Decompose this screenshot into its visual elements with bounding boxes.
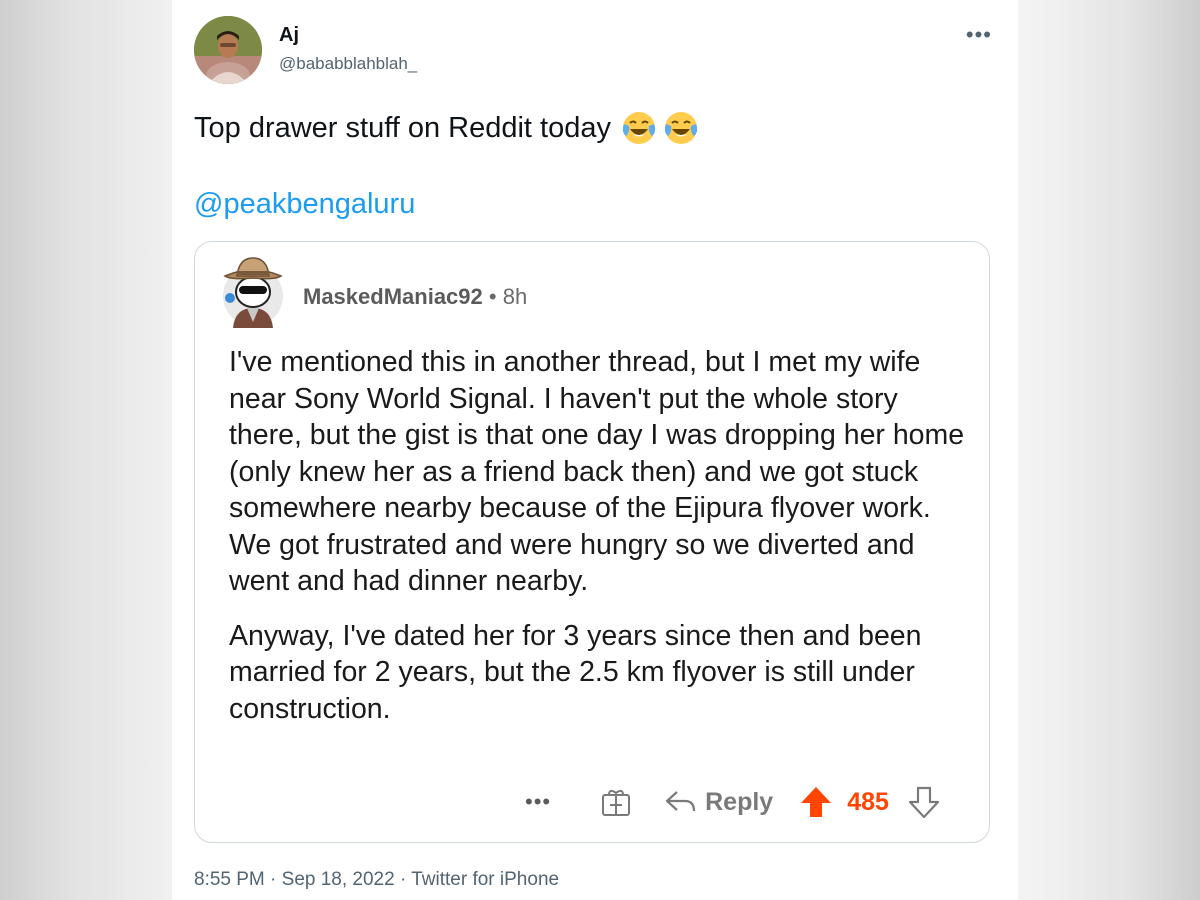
author-avatar[interactable]	[194, 16, 262, 84]
quoted-reddit-screenshot[interactable]: MaskedManiac92 • 8h I've mentioned this …	[194, 241, 990, 843]
reply-arrow-icon	[666, 791, 696, 812]
reddit-more-button[interactable]: •••	[525, 789, 551, 815]
reddit-action-bar: ••• Reply 485	[525, 782, 941, 822]
author-handle[interactable]: @bababblahblah_	[279, 54, 417, 74]
award-gift-icon[interactable]	[599, 785, 633, 819]
reddit-separator: •	[482, 284, 503, 309]
reddit-comment-body: I've mentioned this in another thread, b…	[229, 344, 969, 745]
reddit-reply-button[interactable]: Reply	[663, 787, 773, 817]
reddit-post-time: 8h	[502, 284, 528, 309]
vote-score: 485	[847, 787, 889, 816]
more-options-button[interactable]: •••	[966, 22, 992, 48]
downvote-arrow-icon[interactable]	[907, 785, 941, 819]
reddit-username[interactable]: MaskedManiac92	[303, 284, 483, 309]
tweet-text: Top drawer stuff on Reddit today	[194, 112, 611, 144]
laughing-tears-emoji-icon	[664, 112, 698, 144]
reddit-username-line: MaskedManiac92 • 8h	[303, 284, 527, 310]
upvote-arrow-icon[interactable]	[799, 785, 833, 819]
reddit-paragraph: Anyway, I've dated her for 3 years since…	[229, 619, 922, 725]
tweet-card: Aj @bababblahblah_ ••• Top drawer stuff …	[172, 0, 1018, 900]
reddit-paragraph: I've mentioned this in another thread, b…	[229, 346, 965, 597]
reply-label: Reply	[705, 787, 774, 816]
author-name[interactable]: Aj	[279, 24, 299, 47]
tweet-text-line: Top drawer stuff on Reddit today	[194, 108, 699, 148]
mention-link[interactable]: @peakbengaluru	[194, 188, 415, 221]
laughing-tears-emoji-icon	[622, 112, 656, 144]
tweet-timestamp-source[interactable]: 8:55 PM · Sep 18, 2022 · Twitter for iPh…	[194, 869, 559, 891]
reddit-user-avatar	[223, 257, 283, 328]
